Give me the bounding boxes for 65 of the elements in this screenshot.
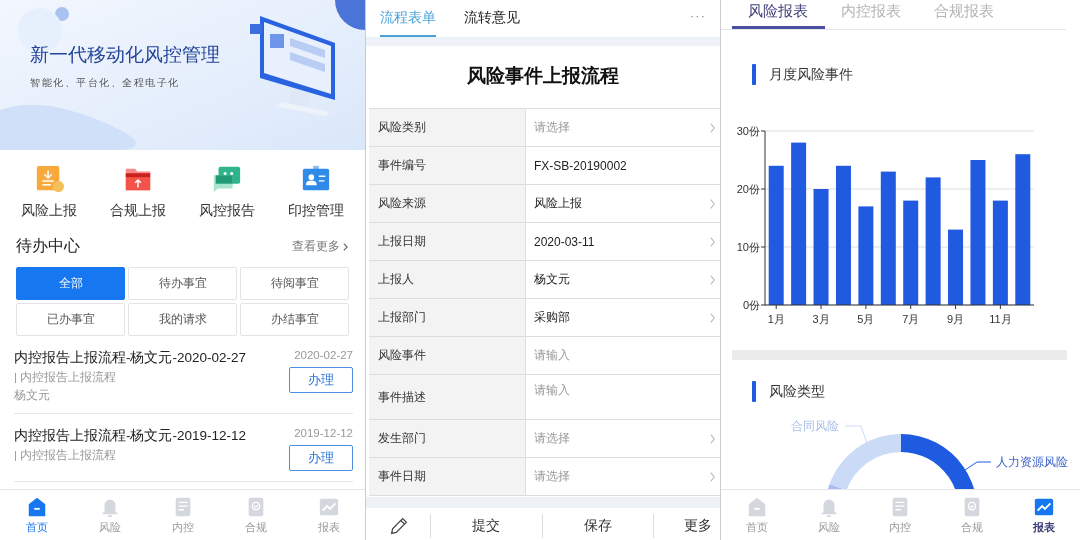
select-field[interactable]: 杨文元 xyxy=(526,261,720,298)
filter-button[interactable]: 全部 xyxy=(16,267,125,300)
axis-label: 7月 xyxy=(902,313,920,325)
handle-button[interactable]: 办理 xyxy=(289,367,353,393)
axis-label: 10份 xyxy=(736,241,760,253)
quick-action-label[interactable]: 风险上报 xyxy=(20,202,77,220)
field-label: 风险类别 xyxy=(369,109,526,146)
quick-action-label[interactable]: 风控报告 xyxy=(199,202,256,220)
field-label: 上报部门 xyxy=(369,299,526,336)
select-field[interactable]: 采购部 xyxy=(526,299,720,336)
task-flow: | 内控报告上报流程 xyxy=(14,370,117,385)
task-flow: | 内控报告上报流程 xyxy=(14,448,117,463)
action-button[interactable]: 提交 xyxy=(431,508,542,540)
task-title[interactable]: 内控报告上报流程-杨文元-2020-02-27 xyxy=(14,349,247,367)
section-title: 待办中心 xyxy=(16,236,80,256)
tab[interactable]: 风险报表 xyxy=(732,0,825,29)
field-label: 事件编号 xyxy=(369,147,526,184)
task-date: 2020-02-27 xyxy=(294,349,353,361)
axis-label: 3月 xyxy=(812,313,830,325)
filter-button[interactable]: 待办事宜 xyxy=(128,267,237,300)
chat-bubbles-icon[interactable] xyxy=(212,164,243,194)
filter-button[interactable]: 办结事宜 xyxy=(240,303,349,336)
more-menu-button[interactable]: ··· xyxy=(690,8,706,37)
field-label: 风险来源 xyxy=(369,185,526,222)
banner-subtitle: 智能化、平台化、全程电子化 xyxy=(30,76,180,90)
section-title: 月度风险事件 xyxy=(769,65,853,84)
edit-icon[interactable] xyxy=(388,515,410,537)
leader-line xyxy=(964,461,992,471)
banner-title: 新一代移动化风控管理 xyxy=(30,43,220,67)
form-title: 风险事件上报流程 xyxy=(466,64,620,88)
chart-label: 人力资源风险 xyxy=(996,455,1068,469)
tab[interactable]: 流转意见 xyxy=(464,9,520,37)
axis-label: 30份 xyxy=(736,125,760,137)
quick-action-label[interactable]: 印控管理 xyxy=(288,202,345,220)
select-field[interactable]: 2020-03-11 xyxy=(526,223,720,260)
chart-label: 合同风险 xyxy=(791,419,839,433)
filter-button[interactable]: 待阅事宜 xyxy=(240,267,349,300)
field-label: 风险事件 xyxy=(369,337,526,374)
axis-label: 11月 xyxy=(989,313,1012,325)
action-button[interactable]: 更多 xyxy=(654,508,712,540)
axis-label: 0份 xyxy=(742,299,760,311)
field-label: 事件日期 xyxy=(369,458,526,495)
axis-label: 1月 xyxy=(767,313,785,325)
input-field[interactable]: FX-SB-20190002 xyxy=(526,147,720,184)
field-label: 上报日期 xyxy=(369,223,526,260)
axis-label: 9月 xyxy=(947,313,965,325)
field-label: 上报人 xyxy=(369,261,526,298)
section-title: 风险类型 xyxy=(769,382,825,401)
filter-button[interactable]: 我的请求 xyxy=(128,303,237,336)
field-label: 事件描述 xyxy=(369,375,526,419)
task-date: 2019-12-12 xyxy=(294,427,353,439)
task-author: 杨文元 xyxy=(14,388,50,403)
tab-label[interactable]: 报表 xyxy=(1033,519,1056,535)
field-label: 发生部门 xyxy=(369,420,526,457)
axis-label: 5月 xyxy=(857,313,875,325)
axis-label: 20份 xyxy=(736,183,760,195)
action-button[interactable]: 保存 xyxy=(542,508,653,540)
task-title[interactable]: 内控报告上报流程-杨文元-2019-12-12 xyxy=(14,427,247,445)
tab-label[interactable]: 首页 xyxy=(25,519,48,535)
chevron-icon[interactable] xyxy=(342,241,349,252)
filter-button[interactable]: 已办事宜 xyxy=(16,303,125,336)
quick-action-label[interactable]: 合规上报 xyxy=(109,202,166,220)
view-more-link[interactable]: 查看更多 xyxy=(292,238,349,255)
select-field[interactable]: 风险上报 xyxy=(526,185,720,222)
handle-button[interactable]: 办理 xyxy=(289,445,353,471)
